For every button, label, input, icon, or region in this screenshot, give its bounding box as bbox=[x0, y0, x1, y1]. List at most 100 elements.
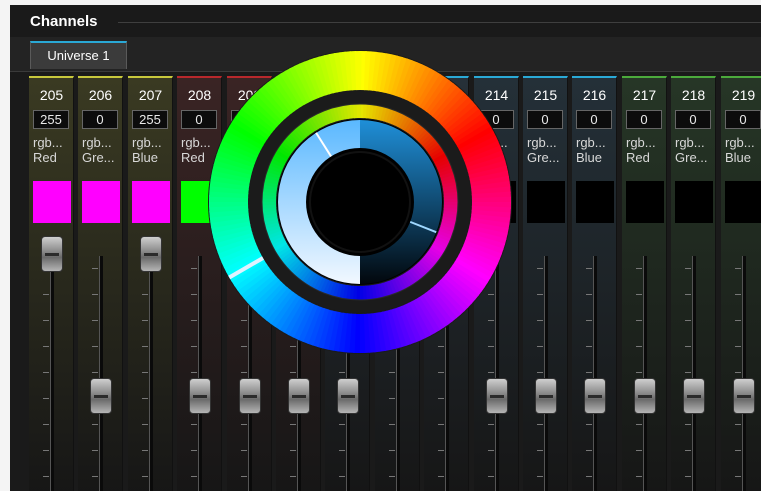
channel-value-field[interactable]: 0 bbox=[82, 110, 118, 129]
panel-title: Channels bbox=[30, 13, 98, 30]
channel-value-field[interactable]: 0 bbox=[626, 110, 662, 129]
color-swatch[interactable] bbox=[33, 181, 71, 223]
fader-tick bbox=[43, 372, 49, 373]
channel-number: 219 bbox=[731, 87, 756, 103]
fader-tick bbox=[586, 424, 592, 425]
fader-tick bbox=[339, 372, 345, 373]
fader-knob[interactable] bbox=[584, 378, 606, 414]
fader-tick bbox=[43, 476, 49, 477]
title-divider bbox=[118, 22, 761, 23]
fixture-name: rgb... bbox=[725, 135, 755, 150]
channel-value-field[interactable]: 0 bbox=[725, 110, 761, 129]
fader-tick bbox=[290, 424, 296, 425]
channel-function: Red bbox=[626, 150, 650, 165]
fader-tick bbox=[191, 424, 197, 425]
fader-tick bbox=[537, 424, 543, 425]
fader-tick bbox=[290, 476, 296, 477]
color-swatch[interactable] bbox=[527, 181, 565, 223]
fader-knob[interactable] bbox=[140, 236, 162, 272]
fader-tick bbox=[636, 476, 642, 477]
fader-tick bbox=[586, 320, 592, 321]
fader-track[interactable] bbox=[50, 256, 54, 491]
channel-value-field[interactable]: 0 bbox=[576, 110, 612, 129]
fader-track[interactable] bbox=[593, 256, 597, 491]
fader-track[interactable] bbox=[643, 256, 647, 491]
fader-track[interactable] bbox=[544, 256, 548, 491]
channel-number: 215 bbox=[533, 87, 558, 103]
fader-tick bbox=[92, 450, 98, 451]
channel-label: rgb...Red bbox=[33, 135, 71, 165]
fader-knob[interactable] bbox=[189, 378, 211, 414]
fader-track[interactable] bbox=[149, 256, 153, 491]
channel-label: rgb...Blue bbox=[132, 135, 170, 165]
fader-knob[interactable] bbox=[41, 236, 63, 272]
fader-tick bbox=[735, 320, 741, 321]
fader-knob[interactable] bbox=[239, 378, 261, 414]
fader-tick bbox=[586, 476, 592, 477]
tab-universe-1[interactable]: Universe 1 bbox=[30, 41, 127, 69]
channel-label: rgb...Gre... bbox=[527, 135, 565, 165]
fader-knob[interactable] bbox=[683, 378, 705, 414]
fader-tick bbox=[685, 424, 691, 425]
fader-knob[interactable] bbox=[288, 378, 310, 414]
channel-strip-205: 205 255 rgb... Red bbox=[29, 76, 74, 491]
fader-knob[interactable] bbox=[535, 378, 557, 414]
fader-tick bbox=[488, 450, 494, 451]
fader-tick bbox=[142, 450, 148, 451]
color-picker-overlay[interactable] bbox=[207, 49, 513, 355]
channel-value-field[interactable]: 0 bbox=[527, 110, 563, 129]
channel-value-field[interactable]: 255 bbox=[132, 110, 168, 129]
fader-tick bbox=[586, 294, 592, 295]
fader-tick bbox=[488, 372, 494, 373]
channel-function: Red bbox=[33, 150, 57, 165]
color-swatch[interactable] bbox=[626, 181, 664, 223]
fader-tick bbox=[735, 450, 741, 451]
fader-knob[interactable] bbox=[90, 378, 112, 414]
fixture-name: rgb... bbox=[132, 135, 162, 150]
channel-number: 207 bbox=[138, 87, 163, 103]
fixture-name: rgb... bbox=[576, 135, 606, 150]
channel-function: Gre... bbox=[82, 150, 115, 165]
color-swatch[interactable] bbox=[725, 181, 761, 223]
channel-strip-215: 215 0 rgb... Gre... bbox=[523, 76, 568, 491]
fader-knob[interactable] bbox=[337, 378, 359, 414]
fader-knob[interactable] bbox=[733, 378, 755, 414]
color-swatch[interactable] bbox=[576, 181, 614, 223]
color-swatch[interactable] bbox=[132, 181, 170, 223]
channel-label: rgb...Gre... bbox=[675, 135, 713, 165]
fader-tick bbox=[191, 320, 197, 321]
fader-tick bbox=[735, 424, 741, 425]
channel-strip-206: 206 0 rgb... Gre... bbox=[78, 76, 123, 491]
color-swatch[interactable] bbox=[675, 181, 713, 223]
color-wheel[interactable] bbox=[207, 49, 513, 355]
fader-track[interactable] bbox=[99, 256, 103, 491]
fader-tick bbox=[241, 476, 247, 477]
fader-tick bbox=[43, 320, 49, 321]
fader-tick bbox=[191, 476, 197, 477]
channel-strip-216: 216 0 rgb... Blue bbox=[572, 76, 617, 491]
fader-tick bbox=[92, 424, 98, 425]
fader-tick bbox=[537, 346, 543, 347]
fader-tick bbox=[735, 372, 741, 373]
channel-value-field[interactable]: 255 bbox=[33, 110, 69, 129]
fader-tick bbox=[142, 476, 148, 477]
fader-tick bbox=[142, 294, 148, 295]
fader-knob[interactable] bbox=[486, 378, 508, 414]
fader-tick bbox=[43, 450, 49, 451]
fader-tick bbox=[735, 294, 741, 295]
fader-tick bbox=[142, 398, 148, 399]
fader-knob[interactable] bbox=[634, 378, 656, 414]
fader-track[interactable] bbox=[742, 256, 746, 491]
fader-tick bbox=[389, 424, 395, 425]
fader-tick bbox=[685, 450, 691, 451]
channel-function: Blue bbox=[725, 150, 752, 165]
fader-track[interactable] bbox=[692, 256, 696, 491]
fader-tick bbox=[586, 268, 592, 269]
fader-tick bbox=[92, 320, 98, 321]
fader-tick bbox=[142, 346, 148, 347]
fader-tick bbox=[339, 424, 345, 425]
fader-tick bbox=[438, 476, 444, 477]
fader-track[interactable] bbox=[198, 256, 202, 491]
color-swatch[interactable] bbox=[82, 181, 120, 223]
channel-value-field[interactable]: 0 bbox=[675, 110, 711, 129]
